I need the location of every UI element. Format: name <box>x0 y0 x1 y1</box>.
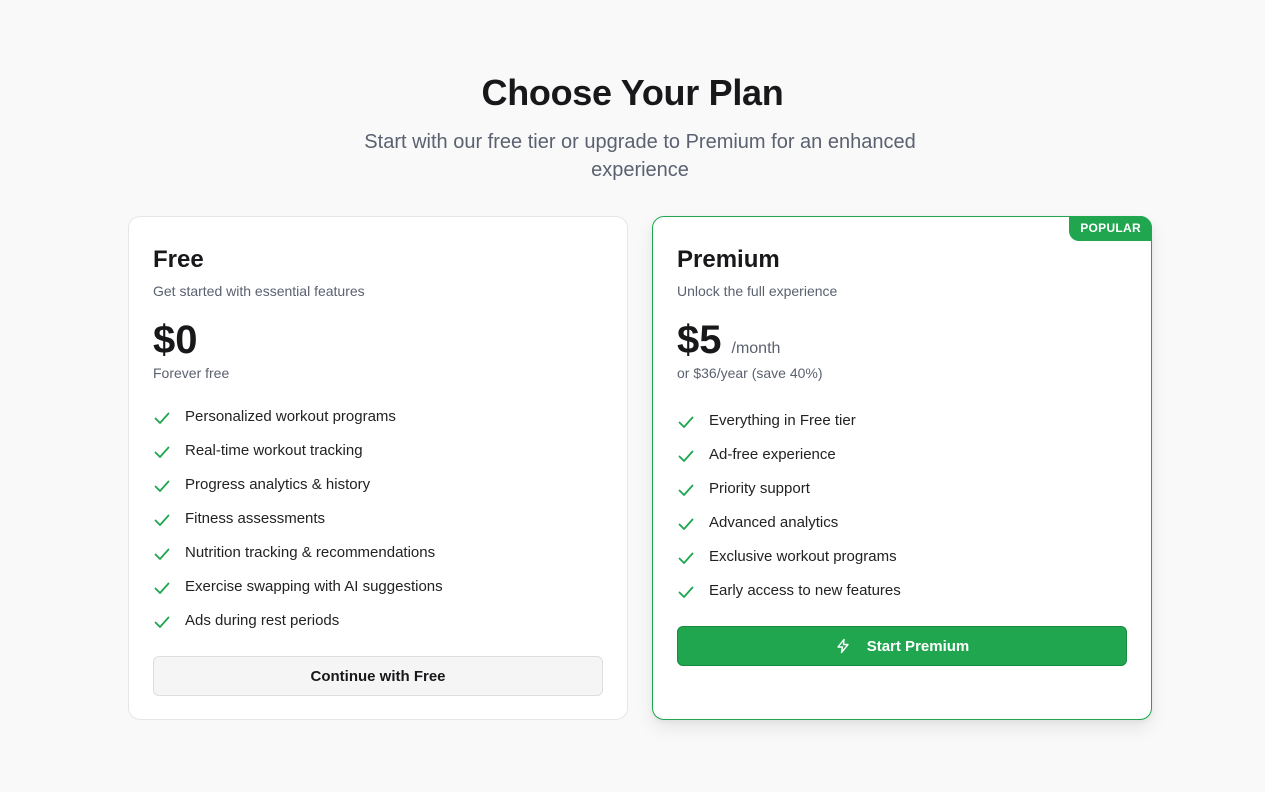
free-plan-card: Free Get started with essential features… <box>128 216 628 720</box>
check-icon <box>677 549 695 567</box>
feature-label: Personalized workout programs <box>185 407 396 425</box>
feature-list: Everything in Free tier Ad-free experien… <box>677 403 1127 607</box>
plan-description: Get started with essential features <box>153 283 365 299</box>
check-icon <box>677 515 695 533</box>
check-icon <box>677 481 695 499</box>
feature-label: Ad-free experience <box>709 445 836 463</box>
feature-item: Ad-free experience <box>677 437 1127 471</box>
price-note: or $36/year (save 40%) <box>677 365 823 381</box>
feature-label: Ads during rest periods <box>185 611 340 629</box>
feature-label: Everything in Free tier <box>709 411 856 429</box>
check-icon <box>153 409 171 427</box>
check-icon <box>153 545 171 563</box>
start-premium-button[interactable]: Start Premium <box>677 626 1127 666</box>
feature-item: Real-time workout tracking <box>153 433 603 467</box>
feature-label: Exclusive workout programs <box>709 547 897 565</box>
feature-label: Progress analytics & history <box>185 475 371 493</box>
feature-item: Nutrition tracking & recommendations <box>153 535 603 569</box>
premium-plan-card: POPULAR Premium Unlock the full experien… <box>652 216 1152 720</box>
plan-description: Unlock the full experience <box>677 283 838 299</box>
price: $0 <box>153 318 198 362</box>
feature-label: Nutrition tracking & recommendations <box>185 543 436 561</box>
price-row: $0 <box>153 318 603 362</box>
feature-list: Personalized workout programs Real-time … <box>153 399 603 637</box>
feature-item: Exercise swapping with AI suggestions <box>153 569 603 603</box>
check-icon <box>153 579 171 597</box>
feature-label: Advanced analytics <box>709 513 839 531</box>
check-icon <box>153 511 171 529</box>
feature-item: Priority support <box>677 471 1127 505</box>
check-icon <box>677 583 695 601</box>
check-icon <box>153 613 171 631</box>
check-icon <box>677 413 695 431</box>
feature-item: Ads during rest periods <box>153 603 603 637</box>
feature-label: Fitness assessments <box>185 509 326 527</box>
feature-item: Progress analytics & history <box>153 467 603 501</box>
start-premium-label: Start Premium <box>866 637 970 655</box>
plan-name: Free <box>153 246 204 273</box>
feature-item: Personalized workout programs <box>153 399 603 433</box>
continue-with-free-button[interactable]: Continue with Free <box>153 656 603 696</box>
bolt-icon <box>835 638 851 654</box>
check-icon <box>153 477 171 495</box>
feature-item: Everything in Free tier <box>677 403 1127 437</box>
feature-item: Advanced analytics <box>677 505 1127 539</box>
popular-badge: POPULAR <box>1069 216 1152 241</box>
page-title: Choose Your Plan <box>481 72 784 113</box>
feature-item: Exclusive workout programs <box>677 539 1127 573</box>
check-icon <box>153 443 171 461</box>
feature-label: Exercise swapping with AI suggestions <box>185 577 443 595</box>
page-subtitle: Start with our free tier or upgrade to P… <box>364 131 916 181</box>
price-row: $5 /month <box>677 318 1127 362</box>
price-note: Forever free <box>153 365 230 381</box>
price-period: /month <box>731 340 781 357</box>
feature-label: Early access to new features <box>709 581 901 599</box>
check-icon <box>677 447 695 465</box>
feature-item: Fitness assessments <box>153 501 603 535</box>
feature-item: Early access to new features <box>677 573 1127 607</box>
feature-label: Real-time workout tracking <box>185 441 363 459</box>
price: $5 <box>677 318 722 362</box>
plan-name: Premium <box>677 246 780 273</box>
feature-label: Priority support <box>709 479 810 497</box>
